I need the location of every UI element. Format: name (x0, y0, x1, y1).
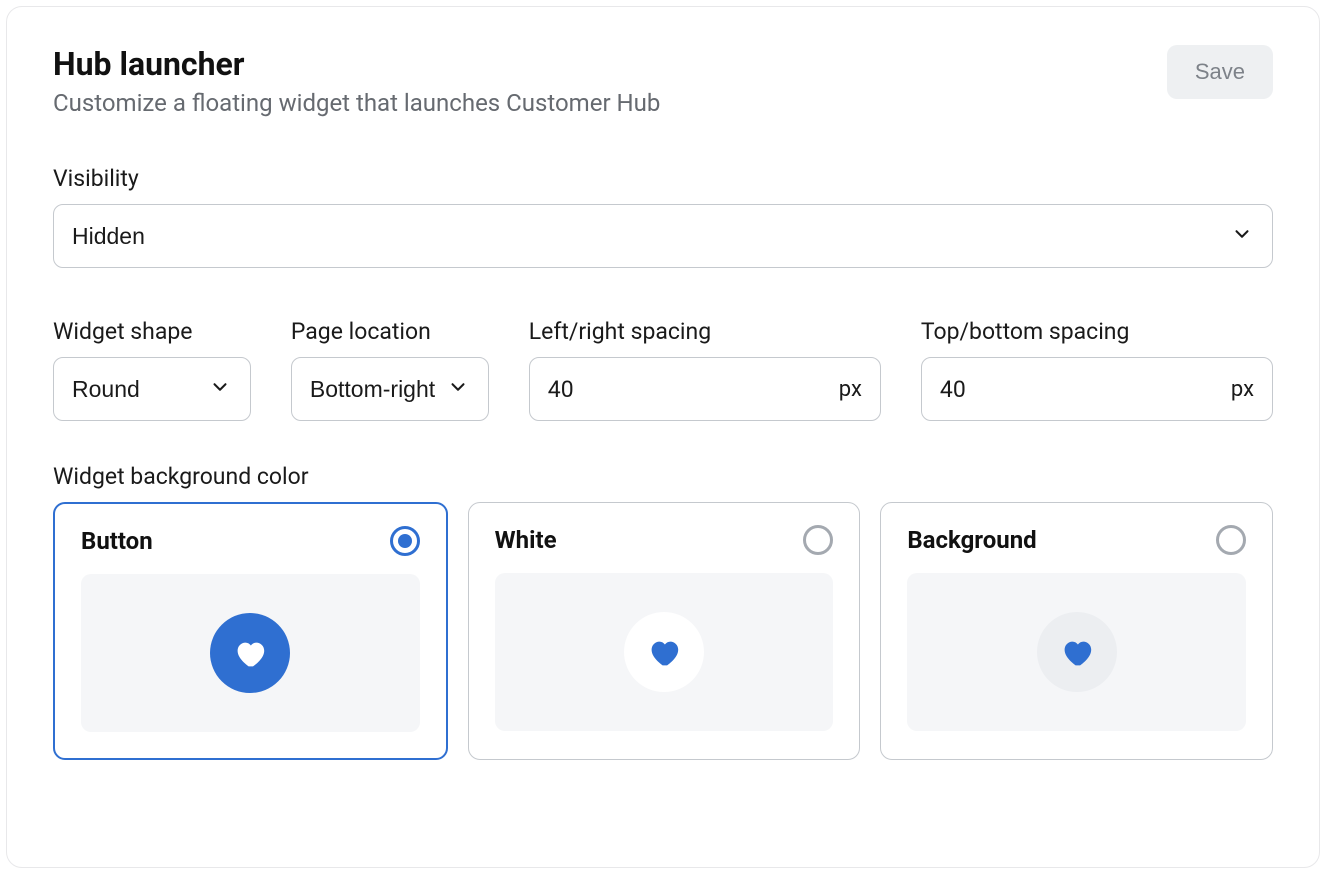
page-location-select[interactable]: Bottom-right (291, 357, 489, 421)
widget-shape-select[interactable]: Round (53, 357, 251, 421)
page-subtitle: Customize a floating widget that launche… (53, 89, 660, 117)
page-location-select-wrapper: Bottom-right (291, 357, 489, 421)
tb-spacing-label: Top/bottom spacing (921, 318, 1273, 345)
bgcolor-label: Widget background color (53, 463, 1273, 490)
radio-unchecked-icon (803, 525, 833, 555)
bgcolor-option-title: Background (907, 526, 1036, 554)
lr-spacing-input[interactable] (548, 376, 839, 403)
visibility-label: Visibility (53, 165, 1273, 192)
bgcolor-option-header: Button (81, 526, 420, 556)
tb-spacing-field: Top/bottom spacing px (921, 318, 1273, 421)
bgcolor-preview (495, 573, 834, 731)
page-location-field: Page location Bottom-right (291, 318, 489, 421)
bgcolor-preview (907, 573, 1246, 731)
heart-icon (1061, 636, 1093, 668)
bgcolor-option-header: White (495, 525, 834, 555)
bgcolor-option-title: Button (81, 527, 153, 555)
preview-circle-grey (1037, 612, 1117, 692)
tb-spacing-input-group: px (921, 357, 1273, 421)
page-location-value: Bottom-right (310, 376, 435, 403)
bgcolor-options-row: Button White (53, 502, 1273, 760)
header-row: Hub launcher Customize a floating widget… (53, 45, 1273, 117)
bgcolor-option-background[interactable]: Background (880, 502, 1273, 760)
lr-spacing-input-group: px (529, 357, 881, 421)
visibility-select[interactable]: Hidden (53, 204, 1273, 268)
radio-unchecked-icon (1216, 525, 1246, 555)
lr-spacing-label: Left/right spacing (529, 318, 881, 345)
widget-shape-value: Round (72, 376, 140, 403)
widget-shape-label: Widget shape (53, 318, 251, 345)
header-text: Hub launcher Customize a floating widget… (53, 45, 660, 117)
page-location-label: Page location (291, 318, 489, 345)
lr-spacing-field: Left/right spacing px (529, 318, 881, 421)
widget-shape-field: Widget shape Round (53, 318, 251, 421)
bgcolor-option-header: Background (907, 525, 1246, 555)
hub-launcher-card: Hub launcher Customize a floating widget… (6, 6, 1320, 868)
settings-row: Widget shape Round Page location Bottom-… (53, 318, 1273, 421)
heart-icon (648, 636, 680, 668)
bgcolor-field: Widget background color Button White (53, 463, 1273, 760)
preview-circle-white (624, 612, 704, 692)
visibility-select-wrapper: Hidden (53, 204, 1273, 268)
tb-spacing-input[interactable] (940, 376, 1231, 403)
preview-circle-blue (210, 613, 290, 693)
bgcolor-preview (81, 574, 420, 732)
tb-spacing-unit: px (1231, 377, 1254, 402)
lr-spacing-unit: px (839, 377, 862, 402)
bgcolor-option-button[interactable]: Button (53, 502, 448, 760)
page-title: Hub launcher (53, 45, 660, 83)
widget-shape-select-wrapper: Round (53, 357, 251, 421)
visibility-value: Hidden (72, 223, 145, 250)
save-button[interactable]: Save (1167, 45, 1273, 99)
radio-checked-icon (390, 526, 420, 556)
bgcolor-option-white[interactable]: White (468, 502, 861, 760)
heart-icon (234, 637, 266, 669)
bgcolor-option-title: White (495, 526, 557, 554)
visibility-field: Visibility Hidden (53, 165, 1273, 268)
